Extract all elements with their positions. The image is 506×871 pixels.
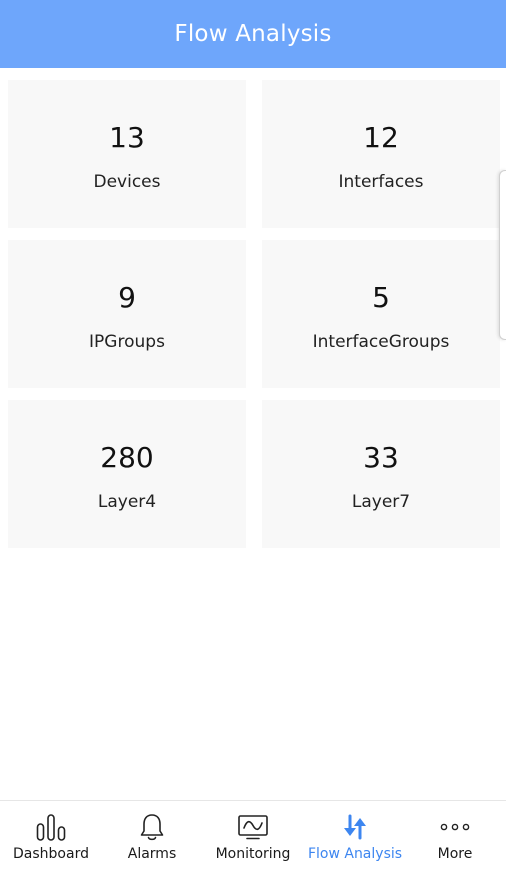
nav-item-monitoring[interactable]: Monitoring bbox=[212, 801, 294, 871]
nav-label: Flow Analysis bbox=[307, 846, 403, 862]
stat-value: 5 bbox=[372, 281, 390, 314]
stat-label: Layer7 bbox=[351, 492, 411, 512]
up-down-arrows-icon bbox=[339, 811, 371, 843]
nav-label: Monitoring bbox=[215, 846, 291, 862]
monitor-icon bbox=[236, 811, 270, 843]
edge-panel-handle[interactable] bbox=[499, 170, 506, 340]
bottom-nav: Dashboard Alarms Monitoring Flow Analysi… bbox=[0, 800, 506, 870]
stat-label: IPGroups bbox=[89, 332, 165, 352]
stat-value: 13 bbox=[109, 121, 145, 154]
stats-grid: 13 Devices 12 Interfaces 9 IPGroups 5 In… bbox=[8, 80, 500, 548]
stat-card-interfacegroups[interactable]: 5 InterfaceGroups bbox=[262, 240, 500, 388]
nav-item-more[interactable]: More bbox=[418, 801, 492, 871]
stat-card-layer7[interactable]: 33 Layer7 bbox=[262, 400, 500, 548]
stat-card-devices[interactable]: 13 Devices bbox=[8, 80, 246, 228]
stat-label: Devices bbox=[93, 172, 161, 192]
nav-label: More bbox=[437, 846, 473, 862]
stat-card-ipgroups[interactable]: 9 IPGroups bbox=[8, 240, 246, 388]
stat-value: 33 bbox=[363, 441, 399, 474]
stat-value: 9 bbox=[118, 281, 136, 314]
bell-icon bbox=[138, 811, 166, 843]
stat-card-layer4[interactable]: 280 Layer4 bbox=[8, 400, 246, 548]
page-title: Flow Analysis bbox=[174, 21, 332, 47]
nav-item-flow-analysis[interactable]: Flow Analysis bbox=[304, 801, 406, 871]
app-header: Flow Analysis bbox=[0, 0, 506, 68]
more-dots-icon bbox=[438, 811, 472, 843]
stat-value: 12 bbox=[363, 121, 399, 154]
nav-item-dashboard[interactable]: Dashboard bbox=[8, 801, 94, 871]
stat-card-interfaces[interactable]: 12 Interfaces bbox=[262, 80, 500, 228]
stat-label: Interfaces bbox=[338, 172, 424, 192]
bar-chart-icon bbox=[34, 811, 68, 843]
stat-label: InterfaceGroups bbox=[312, 332, 450, 352]
nav-item-alarms[interactable]: Alarms bbox=[112, 801, 192, 871]
stat-label: Layer4 bbox=[97, 492, 157, 512]
nav-label: Alarms bbox=[127, 846, 177, 862]
stat-value: 280 bbox=[100, 441, 154, 474]
nav-label: Dashboard bbox=[13, 846, 89, 862]
